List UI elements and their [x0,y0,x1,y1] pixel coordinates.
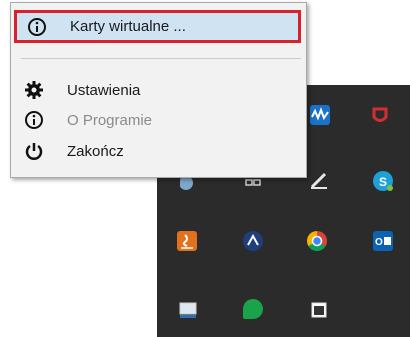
menu-item-virtual-cards[interactable]: Karty wirtualne ... [14,10,301,43]
menu-item-label: O Programie [67,111,153,129]
menu-item-exit[interactable]: Zakończ [14,136,301,166]
network-icon[interactable] [244,178,264,198]
chrome-icon[interactable] [307,231,327,251]
antivirus-icon[interactable] [370,105,390,125]
menu-separator [21,58,301,59]
outlook-icon[interactable]: O [373,231,393,251]
context-menu: Karty wirtualne ... Ustawienia O Program… [10,2,307,178]
java-icon[interactable] [177,231,197,251]
menu-item-label: Zakończ [67,142,124,160]
window-icon[interactable] [309,300,329,320]
power-icon [14,141,54,161]
display-icon[interactable] [178,300,198,320]
gear-icon [14,80,54,100]
svg-text:S: S [379,175,387,189]
menu-item-label: Ustawienia [67,81,141,99]
svg-text:O: O [375,237,383,248]
cloud-icon[interactable] [180,175,200,195]
info-icon [17,17,57,37]
skype-icon[interactable]: S [373,171,393,191]
network-monitor-icon[interactable] [310,105,330,125]
app-icon[interactable] [243,231,263,251]
info-icon [14,110,54,130]
evernote-icon[interactable] [243,299,263,319]
menu-item-label: Karty wirtualne ... [70,18,186,35]
menu-item-settings[interactable]: Ustawienia [14,75,301,105]
pen-icon[interactable] [309,170,329,190]
menu-item-about[interactable]: O Programie [14,105,301,135]
